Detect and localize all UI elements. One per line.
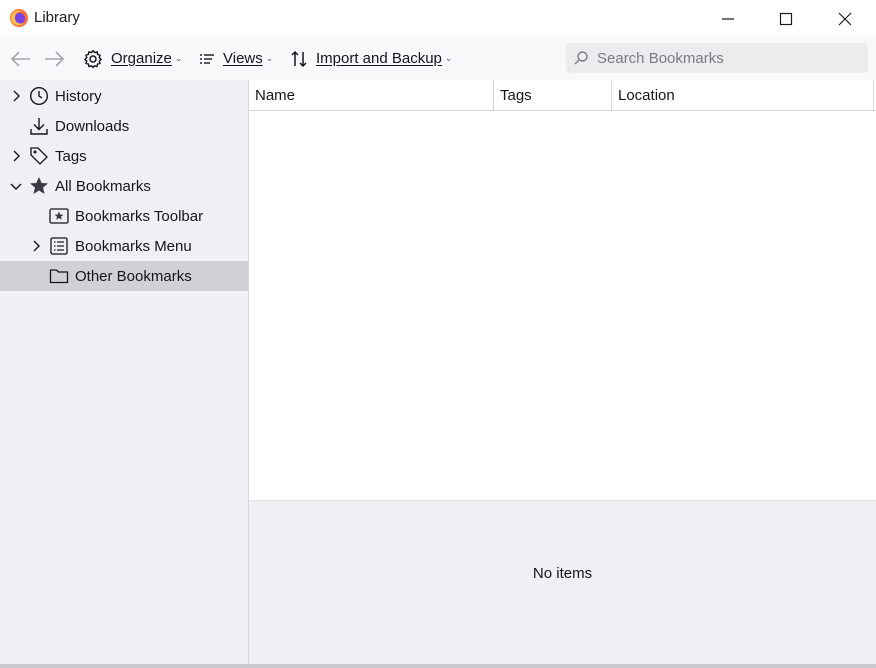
table-header: Name Tags Location — [249, 80, 876, 111]
window-bottom-border — [0, 664, 876, 668]
tree-label: All Bookmarks — [55, 178, 151, 195]
toolbar: Organize ⌄ Views ⌄ Import and Backup ⌄ S… — [0, 37, 876, 80]
gear-icon — [84, 49, 102, 68]
chevron-right-icon[interactable] — [29, 239, 43, 253]
tree-item-all-bookmarks[interactable]: All Bookmarks — [0, 171, 248, 201]
column-label: Tags — [500, 86, 532, 104]
library-window: Library Organize ⌄ Views ⌄ Import and Ba… — [0, 0, 876, 668]
bookmarks-toolbar-icon — [49, 208, 69, 224]
bookmarks-content: Name Tags Location No items — [249, 80, 876, 668]
chevron-down-icon[interactable] — [9, 179, 23, 193]
tree-label: Bookmarks Menu — [75, 238, 192, 255]
import-export-icon — [291, 50, 307, 67]
search-icon — [574, 51, 588, 65]
chevron-down-icon: ⌄ — [174, 53, 183, 63]
tree-label: Other Bookmarks — [75, 268, 192, 285]
tree-label: Downloads — [55, 118, 130, 135]
details-pane: No items — [249, 500, 876, 665]
arrow-right-icon — [45, 50, 65, 67]
forward-button[interactable] — [43, 37, 65, 80]
clock-icon — [29, 86, 49, 106]
star-icon — [30, 177, 48, 194]
tree-item-tags[interactable]: Tags — [0, 141, 248, 171]
tree-label: History — [55, 88, 102, 105]
tree-label: Bookmarks Toolbar — [75, 208, 204, 225]
column-label: Location — [618, 86, 675, 104]
tree-item-downloads[interactable]: Downloads — [0, 111, 248, 141]
tree-item-bookmarks-menu[interactable]: Bookmarks Menu — [0, 231, 248, 261]
views-label: Views — [223, 50, 263, 67]
close-icon — [838, 12, 852, 25]
tree-label: Tags — [55, 148, 87, 165]
organize-label: Organize — [111, 50, 172, 67]
window-title: Library — [34, 9, 80, 26]
list-view-icon — [200, 53, 214, 64]
views-menu-button[interactable]: Views ⌄ — [199, 37, 273, 80]
folder-icon — [49, 269, 69, 284]
chevron-down-icon: ⌄ — [444, 53, 453, 63]
bookmarks-list[interactable] — [249, 111, 876, 500]
search-placeholder: Search Bookmarks — [597, 49, 724, 67]
maximize-button[interactable] — [757, 0, 815, 37]
chevron-right-icon[interactable] — [9, 89, 23, 103]
search-bookmarks-input[interactable]: Search Bookmarks — [566, 43, 868, 73]
arrow-left-icon — [10, 50, 30, 67]
column-header-location[interactable]: Location — [612, 80, 874, 110]
column-header-name[interactable]: Name — [249, 80, 494, 110]
tree-item-other-bookmarks[interactable]: Other Bookmarks — [0, 261, 248, 291]
places-tree: History Downloads Tags All Bookmarks Boo… — [0, 80, 249, 668]
minimize-button[interactable] — [699, 0, 757, 37]
chevron-down-icon: ⌄ — [265, 53, 274, 63]
column-label: Name — [255, 86, 296, 104]
tree-item-history[interactable]: History — [0, 81, 248, 111]
close-button[interactable] — [816, 0, 874, 37]
minimize-icon — [722, 17, 734, 20]
empty-message: No items — [532, 565, 593, 582]
tag-icon — [30, 147, 48, 165]
title-bar: Library — [0, 0, 876, 37]
organize-menu-button[interactable]: Organize ⌄ — [83, 37, 182, 80]
maximize-icon — [779, 12, 793, 25]
column-header-tags[interactable]: Tags — [494, 80, 612, 110]
chevron-right-icon[interactable] — [9, 149, 23, 163]
import-backup-label: Import and Backup — [316, 50, 442, 67]
tree-item-bookmarks-toolbar[interactable]: Bookmarks Toolbar — [0, 201, 248, 231]
firefox-icon — [10, 9, 28, 27]
bookmarks-menu-icon — [50, 237, 68, 255]
back-button[interactable] — [10, 37, 32, 80]
import-backup-menu-button[interactable]: Import and Backup ⌄ — [290, 37, 452, 80]
download-icon — [30, 118, 48, 135]
